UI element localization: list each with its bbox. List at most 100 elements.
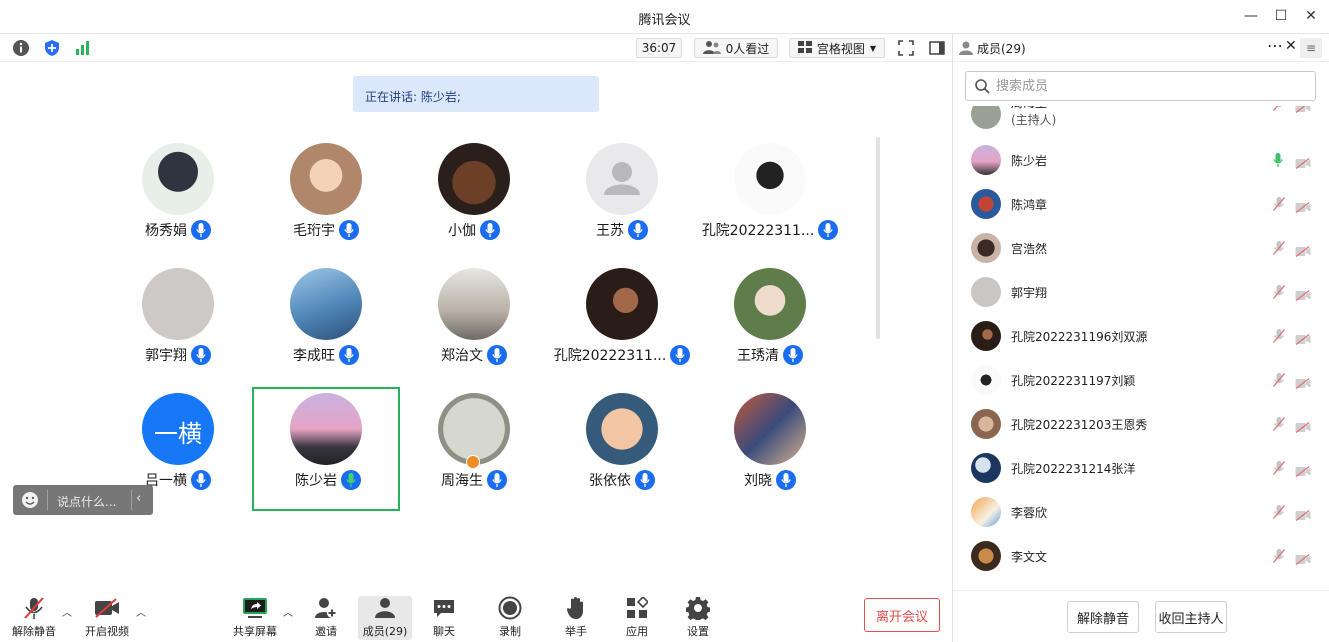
chat-quick-input[interactable]: 说点什么... ‹ (13, 485, 153, 515)
participant-tile[interactable]: 周海生 (400, 387, 548, 511)
start-video-button[interactable]: 开启视频 (81, 596, 133, 640)
participant-tile[interactable]: 郑治文 (400, 262, 548, 386)
participant-avatar (142, 143, 214, 215)
camera-off-icon[interactable] (1295, 286, 1311, 305)
search-icon (974, 78, 990, 98)
member-avatar (971, 233, 1001, 263)
mic-speaking-icon[interactable] (1273, 152, 1283, 171)
participant-name-row: 杨秀娟 (104, 220, 252, 240)
member-search-box[interactable] (965, 71, 1316, 101)
participant-tile[interactable]: 李成旺 (252, 262, 400, 386)
panel-menu-icon[interactable]: ≡ (1300, 38, 1322, 58)
camera-off-icon[interactable] (1295, 242, 1311, 261)
view-mode-dropdown[interactable]: 宫格视图 ▼ (789, 38, 885, 58)
member-role: (主持人) (1011, 113, 1057, 127)
camera-off-icon (94, 596, 120, 620)
raise-hand-label: 举手 (565, 625, 587, 638)
member-row[interactable]: 郭宇翔 (953, 270, 1329, 314)
camera-off-icon[interactable] (1295, 550, 1311, 569)
mic-icon (487, 345, 507, 365)
share-screen-button[interactable]: 共享屏幕 (229, 596, 281, 640)
invite-button[interactable]: 邀请 (300, 596, 352, 640)
more-icon[interactable]: ⋯ (1267, 36, 1283, 55)
participant-tile[interactable]: 刘晓 (696, 387, 844, 511)
mic-muted-icon[interactable] (1273, 460, 1285, 479)
sidebar-toggle-icon[interactable] (928, 39, 946, 57)
member-row[interactable]: 孔院2022231214张洋 (953, 446, 1329, 490)
member-row[interactable]: 孔院2022231197刘颖 (953, 358, 1329, 402)
member-row[interactable]: 陈少岩 (953, 138, 1329, 182)
mic-muted-icon[interactable] (1273, 284, 1285, 303)
member-avatar (971, 106, 1001, 129)
mic-muted-icon[interactable] (1273, 416, 1285, 435)
participant-tile[interactable]: 孔院20222311... (696, 137, 844, 261)
apps-icon (626, 596, 648, 620)
participant-avatar (438, 143, 510, 215)
participant-tile[interactable]: 孔院20222311... (548, 262, 696, 386)
members-button[interactable]: 成员(29) (358, 596, 412, 640)
close-button[interactable]: ✕ (1301, 8, 1321, 24)
unmute-button[interactable]: 解除静音 (8, 596, 60, 640)
leave-meeting-button[interactable]: 离开会议 (864, 598, 940, 632)
apps-button[interactable]: 应用 (611, 596, 663, 640)
mic-muted-icon[interactable] (1273, 372, 1285, 391)
member-row[interactable]: 宫浩然 (953, 226, 1329, 270)
viewers-button[interactable]: 0人看过 (694, 38, 778, 58)
member-row[interactable]: 孔院2022231203王恩秀 (953, 402, 1329, 446)
camera-off-icon[interactable] (1295, 462, 1311, 481)
mic-muted-icon[interactable] (1273, 504, 1285, 523)
camera-off-icon[interactable] (1295, 106, 1311, 117)
settings-button[interactable]: 设置 (672, 596, 724, 640)
mic-muted-icon[interactable] (1273, 106, 1285, 115)
member-name: 陈少岩 (1011, 154, 1048, 168)
emoji-icon[interactable] (21, 491, 39, 512)
info-icon[interactable] (12, 39, 30, 57)
member-list[interactable]: 周海生(主持人) 陈少岩陈鸿章宫浩然郭宇翔孔院2022231196刘双源孔院202… (953, 106, 1329, 590)
chevron-up-icon[interactable]: ︿ (62, 604, 72, 619)
member-row[interactable]: 孔院2022231196刘双源 (953, 314, 1329, 358)
collapse-icon[interactable]: ‹ (136, 491, 141, 506)
member-search-input[interactable] (996, 77, 1296, 95)
record-button[interactable]: 录制 (484, 596, 536, 640)
chevron-up-icon[interactable]: ︿ (283, 604, 293, 619)
member-row[interactable]: 李文文 (953, 534, 1329, 578)
grid-scrollbar[interactable] (876, 137, 880, 339)
camera-off-icon[interactable] (1295, 418, 1311, 437)
member-row[interactable]: 陈鸿章 (953, 182, 1329, 226)
signal-icon[interactable] (74, 39, 92, 57)
mic-muted-icon[interactable] (1273, 196, 1285, 215)
participant-tile[interactable]: 小伽 (400, 137, 548, 261)
chat-button[interactable]: 聊天 (418, 596, 470, 640)
chat-placeholder[interactable]: 说点什么... (57, 493, 116, 510)
maximize-button[interactable]: ☐ (1271, 8, 1291, 24)
member-row[interactable]: 李蓉欣 (953, 490, 1329, 534)
camera-off-icon[interactable] (1295, 374, 1311, 393)
mic-muted-icon[interactable] (1273, 548, 1285, 567)
participant-avatar (142, 268, 214, 340)
camera-off-icon[interactable] (1295, 506, 1311, 525)
raise-hand-button[interactable]: 举手 (550, 596, 602, 640)
reclaim-host-button[interactable]: 收回主持人 (1155, 601, 1227, 633)
close-panel-icon[interactable]: ✕ (1285, 38, 1297, 54)
shield-icon[interactable] (43, 39, 61, 57)
participant-tile[interactable]: 郭宇翔 (104, 262, 252, 386)
minimize-button[interactable]: — (1241, 8, 1261, 24)
participant-tile[interactable]: 王苏 (548, 137, 696, 261)
mic-muted-icon[interactable] (1273, 240, 1285, 259)
mic-muted-icon[interactable] (1273, 328, 1285, 347)
participant-name-row: 王苏 (548, 220, 696, 240)
participant-tile[interactable]: 王琇清 (696, 262, 844, 386)
camera-off-icon[interactable] (1295, 198, 1311, 217)
fullscreen-icon[interactable] (897, 39, 915, 57)
participant-avatar (734, 143, 806, 215)
chevron-up-icon[interactable]: ︿ (136, 604, 146, 619)
participant-tile[interactable]: 陈少岩 (252, 387, 400, 511)
camera-off-icon[interactable] (1295, 330, 1311, 349)
participant-tile[interactable]: 张依依 (548, 387, 696, 511)
camera-off-icon[interactable] (1295, 154, 1311, 173)
participant-tile[interactable]: 毛珩宇 (252, 137, 400, 261)
participant-tile[interactable]: 杨秀娟 (104, 137, 252, 261)
unmute-all-button[interactable]: 解除静音 (1067, 601, 1139, 633)
member-row[interactable]: 周海生(主持人) (953, 106, 1329, 136)
grid-icon (797, 40, 812, 56)
